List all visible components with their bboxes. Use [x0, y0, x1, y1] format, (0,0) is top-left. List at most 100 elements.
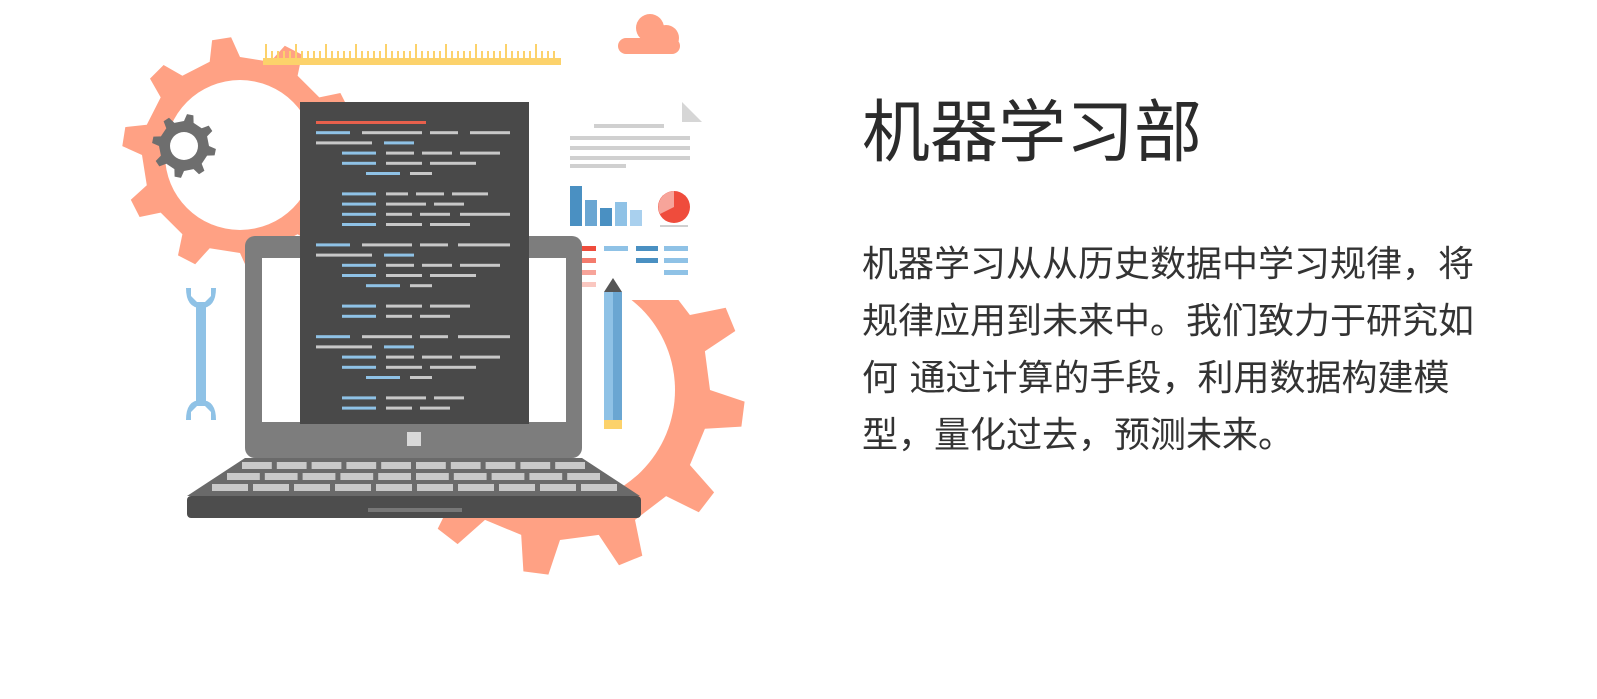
keyboard-key — [242, 462, 272, 469]
keyboard-key — [416, 462, 446, 469]
keyboard-key — [376, 484, 412, 491]
code-line — [386, 151, 414, 155]
code-line — [422, 263, 452, 267]
code-line — [422, 355, 452, 359]
code-line — [410, 284, 432, 288]
keyboard-key — [458, 484, 494, 491]
code-line — [342, 406, 376, 410]
code-line — [420, 335, 448, 339]
keyboard-key — [491, 473, 525, 480]
code-line — [342, 314, 376, 318]
code-line — [416, 192, 444, 196]
code-line — [342, 212, 376, 216]
keyboard-key — [581, 484, 617, 491]
keyboard-key — [264, 473, 298, 480]
code-line — [422, 151, 452, 155]
code-line — [430, 365, 476, 369]
keyboard-key — [417, 484, 453, 491]
keyboard-key — [520, 462, 551, 469]
code-line — [316, 131, 350, 135]
code-line — [458, 243, 510, 247]
cloud-icon — [618, 14, 680, 54]
code-line — [386, 365, 422, 369]
code-line — [384, 345, 414, 349]
keyboard-key — [276, 462, 307, 469]
code-line — [342, 151, 376, 155]
code-line — [316, 345, 372, 349]
code-line — [430, 304, 470, 308]
code-line — [316, 335, 350, 339]
wrench-icon — [186, 288, 216, 420]
code-line — [342, 355, 376, 359]
pencil-icon — [604, 278, 622, 429]
keyboard-key — [212, 484, 248, 491]
code-line — [458, 335, 510, 339]
keyboard-key — [540, 484, 576, 491]
keyboard-key — [485, 462, 516, 469]
code-line — [384, 253, 414, 257]
keyboard-key — [529, 473, 563, 480]
keyboard-key — [416, 473, 449, 480]
code-line — [420, 243, 448, 247]
code-line — [386, 223, 422, 226]
ruler-icon — [263, 44, 561, 65]
section-title: 机器学习部 — [862, 94, 1203, 173]
keyboard-key — [567, 473, 600, 480]
code-line — [470, 131, 510, 135]
code-line — [386, 274, 422, 277]
keyboard-key — [294, 484, 330, 491]
keyboard-key — [335, 484, 371, 491]
keyboard-key — [378, 473, 411, 480]
code-line — [362, 131, 422, 135]
machine-learning-illustration — [0, 0, 800, 695]
code-line — [386, 202, 426, 206]
code-line — [460, 263, 500, 267]
code-line — [420, 212, 450, 216]
code-line — [386, 355, 414, 359]
keyboard-key — [453, 473, 487, 480]
code-line — [430, 161, 476, 165]
code-line — [342, 365, 376, 369]
code-line — [452, 192, 488, 196]
code-line — [410, 376, 432, 379]
keyboard-key — [381, 462, 411, 469]
code-line — [420, 314, 450, 318]
code-line — [460, 151, 500, 155]
code-line — [420, 406, 450, 410]
code-line — [342, 223, 376, 226]
code-screen — [300, 102, 529, 424]
code-line — [316, 141, 372, 145]
code-line — [342, 274, 376, 277]
code-line — [384, 141, 414, 145]
code-line — [386, 304, 422, 308]
code-line — [366, 284, 400, 288]
code-line — [386, 406, 412, 410]
code-line — [362, 243, 412, 247]
code-line — [342, 161, 376, 165]
keyboard-key — [302, 473, 336, 480]
keyboard-key — [555, 462, 585, 469]
code-line — [316, 243, 350, 247]
code-line — [460, 212, 510, 216]
code-line — [362, 335, 412, 339]
code-line — [386, 212, 412, 216]
code-line — [460, 355, 500, 359]
code-line — [434, 202, 464, 206]
keyboard-key — [450, 462, 481, 469]
keyboard-key — [253, 484, 289, 491]
code-line — [430, 274, 476, 277]
code-line — [386, 314, 412, 318]
keyboard-key — [346, 462, 377, 469]
code-line — [366, 172, 400, 175]
code-line — [316, 121, 426, 124]
code-line — [430, 131, 458, 135]
code-line — [342, 192, 376, 196]
code-line — [342, 396, 376, 400]
illustration-svg — [122, 14, 745, 575]
code-line — [386, 263, 414, 267]
code-line — [342, 304, 376, 308]
code-line — [386, 192, 408, 196]
keyboard-key — [499, 484, 535, 491]
code-line — [430, 223, 470, 226]
keyboard-key — [227, 473, 260, 480]
